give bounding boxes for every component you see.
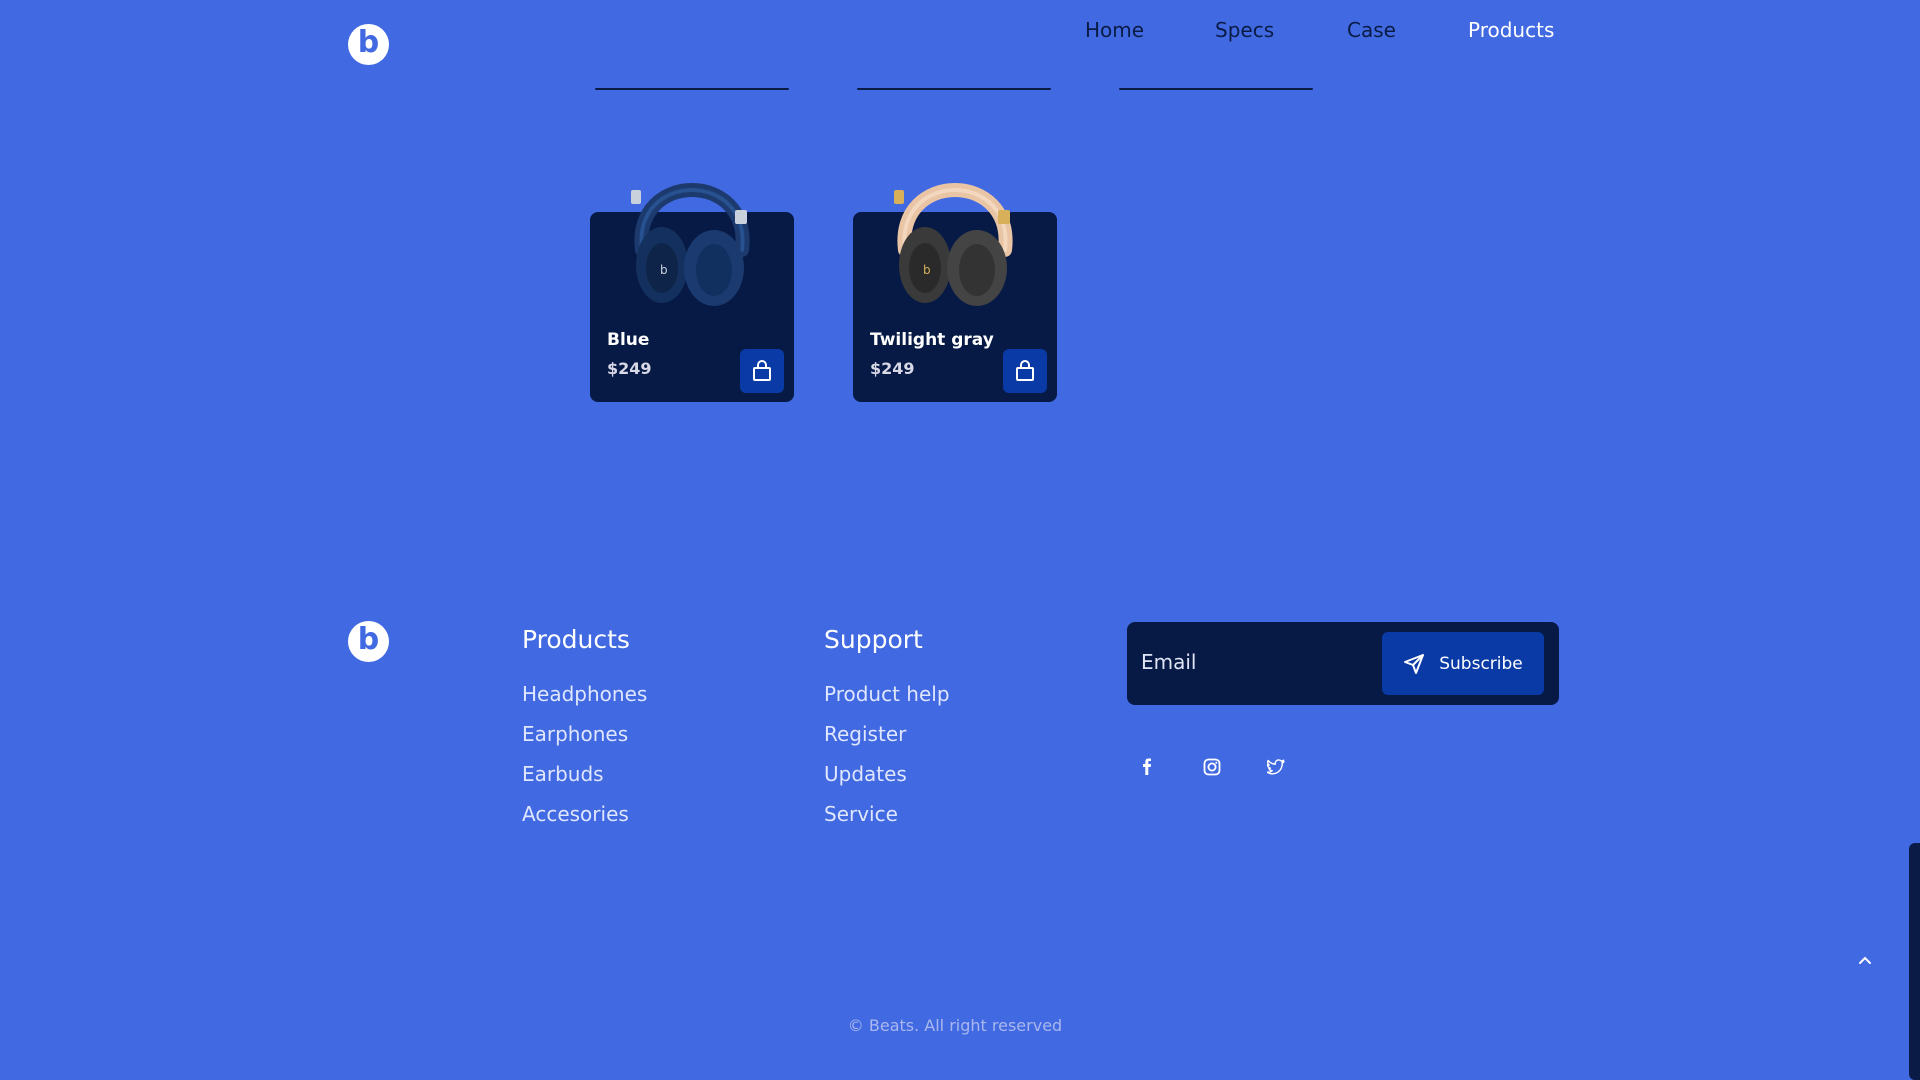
footer-link-headphones[interactable]: Headphones — [522, 682, 647, 706]
nav-specs[interactable]: Specs — [1215, 18, 1274, 42]
footer-link-updates[interactable]: Updates — [824, 762, 907, 786]
nav-home[interactable]: Home — [1085, 18, 1144, 42]
footer-products-title: Products — [522, 625, 630, 654]
category-divider — [857, 88, 1051, 90]
twitter-icon[interactable] — [1263, 754, 1289, 780]
shopping-bag-icon — [1016, 360, 1034, 381]
product-price: $249 — [607, 359, 652, 378]
copyright-text: © Beats. All right reserved — [847, 1016, 1063, 1035]
logo-letter: b — [357, 622, 380, 657]
footer-support-title: Support — [824, 625, 923, 654]
page: b Home Specs Case Products Blue $249 b T… — [0, 0, 1920, 1080]
footer-link-earphones[interactable]: Earphones — [522, 722, 628, 746]
footer-link-earbuds[interactable]: Earbuds — [522, 762, 604, 786]
scroll-to-top-button[interactable] — [1853, 948, 1877, 972]
footer-link-service[interactable]: Service — [824, 802, 898, 826]
headphones-blue-image: b — [631, 183, 750, 306]
scrollbar-thumb[interactable] — [1909, 843, 1920, 1080]
subscribe-form: Subscribe — [1127, 622, 1559, 705]
headphones-twilight-gray-image: b — [894, 183, 1013, 306]
subscribe-button-label: Subscribe — [1439, 653, 1523, 674]
subscribe-button[interactable]: Subscribe — [1382, 632, 1544, 695]
send-icon — [1404, 653, 1425, 674]
product-price: $249 — [870, 359, 915, 378]
logo-letter: b — [357, 25, 380, 60]
category-divider — [1119, 88, 1313, 90]
header-logo[interactable]: b — [348, 24, 389, 65]
footer-link-accesories[interactable]: Accesories — [522, 802, 629, 826]
category-divider — [595, 88, 789, 90]
nav-products[interactable]: Products — [1468, 18, 1554, 42]
email-input[interactable] — [1141, 642, 1361, 682]
footer-link-register[interactable]: Register — [824, 722, 906, 746]
instagram-icon[interactable] — [1199, 754, 1225, 780]
add-to-cart-button[interactable] — [1003, 349, 1047, 393]
nav-case[interactable]: Case — [1347, 18, 1396, 42]
facebook-icon[interactable] — [1134, 754, 1160, 780]
svg-text:b: b — [660, 263, 668, 277]
svg-text:b: b — [923, 263, 931, 277]
product-name: Blue — [607, 330, 650, 350]
footer-link-product-help[interactable]: Product help — [824, 682, 950, 706]
footer-logo[interactable]: b — [348, 621, 389, 662]
shopping-bag-icon — [753, 360, 771, 381]
chevron-up-icon — [1859, 956, 1871, 964]
product-name: Twilight gray — [870, 330, 994, 350]
add-to-cart-button[interactable] — [740, 349, 784, 393]
